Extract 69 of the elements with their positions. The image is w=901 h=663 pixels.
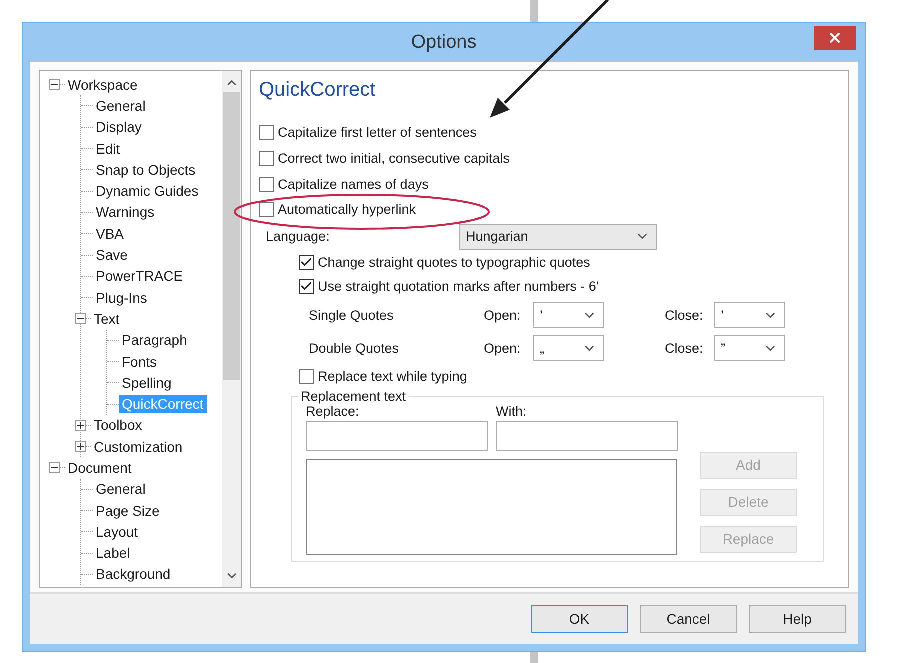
- tree-item[interactable]: Paragraph: [119, 331, 190, 350]
- expand-icon[interactable]: [75, 420, 86, 431]
- replacement-list[interactable]: [306, 458, 677, 555]
- replace-label: Replace:: [306, 404, 360, 419]
- tree-item[interactable]: Document: [65, 458, 135, 477]
- tree-item[interactable]: Fonts: [119, 352, 160, 370]
- expand-icon[interactable]: [75, 441, 86, 452]
- checkbox-label: Change straight quotes to typographic quotes: [318, 255, 590, 270]
- page-title: QuickCorrect: [259, 79, 377, 102]
- group-legend: Replacement text: [298, 388, 410, 404]
- quote-type-label: Single Quotes: [309, 308, 395, 323]
- close-label: Close:: [665, 308, 704, 323]
- tree-item[interactable]: Label: [93, 544, 134, 562]
- checkbox[interactable]: [299, 279, 314, 294]
- checkbox[interactable]: [259, 176, 274, 192]
- tree-item[interactable]: Text: [91, 310, 123, 328]
- tree-item[interactable]: Display: [93, 118, 145, 136]
- collapse-icon[interactable]: [49, 79, 60, 90]
- quote-type-label: Double Quotes: [309, 340, 400, 356]
- tree-item[interactable]: General: [93, 96, 149, 115]
- open-label: Open:: [484, 308, 522, 323]
- checkbox-label: Capitalize first letter of sentences: [278, 125, 477, 140]
- open-quote-dropdown[interactable]: „: [533, 335, 604, 362]
- tree-item[interactable]: VBA: [93, 224, 128, 243]
- checkbox-label: Capitalize names of days: [278, 176, 429, 192]
- tree-item[interactable]: Plug-Ins: [93, 288, 150, 307]
- tree-item[interactable]: Customization: [91, 438, 186, 456]
- tree-item[interactable]: Background: [93, 565, 174, 584]
- close-quote-dropdown[interactable]: ’: [714, 302, 785, 328]
- checkbox[interactable]: [259, 151, 274, 166]
- tree-item[interactable]: Edit: [93, 140, 124, 158]
- tree-item[interactable]: Workspace: [65, 76, 141, 94]
- window-title: Options: [411, 32, 477, 54]
- collapse-icon[interactable]: [49, 462, 60, 474]
- tree-item[interactable]: Warnings: [93, 203, 158, 222]
- scroll-thumb[interactable]: [223, 92, 240, 380]
- tree-item[interactable]: Snap to Objects: [93, 160, 199, 179]
- checkbox[interactable]: [299, 369, 314, 384]
- tree-item[interactable]: Toolbox: [91, 416, 146, 434]
- with-input[interactable]: [496, 420, 678, 451]
- checkbox[interactable]: [259, 202, 274, 218]
- tree-item[interactable]: General: [93, 480, 149, 498]
- checkbox-label: Correct two initial, consecutive capitals: [278, 151, 510, 166]
- replace-input[interactable]: [306, 420, 488, 451]
- checkbox[interactable]: [299, 255, 314, 270]
- language-label: Language:: [266, 229, 331, 244]
- close-quote-dropdown[interactable]: ”: [714, 335, 785, 362]
- open-label: Open:: [484, 340, 522, 356]
- dialog-button[interactable]: Cancel: [640, 605, 737, 633]
- dialog-button[interactable]: Help: [749, 605, 846, 633]
- tree-item[interactable]: Layout: [93, 522, 142, 541]
- close-label: Close:: [665, 340, 704, 356]
- tree-item[interactable]: Save: [93, 246, 131, 264]
- tree-item[interactable]: Page Size: [93, 502, 163, 520]
- with-label: With:: [496, 404, 528, 419]
- collapse-icon[interactable]: [75, 313, 86, 324]
- scrollbar[interactable]: [222, 71, 241, 587]
- close-icon: [827, 30, 843, 46]
- tree-item[interactable]: Dynamic Guides: [93, 182, 202, 200]
- language-dropdown[interactable]: Hungarian: [459, 224, 657, 250]
- tree-item[interactable]: Spelling: [119, 374, 175, 392]
- dialog-button[interactable]: OK: [531, 605, 628, 633]
- checkbox-label: Automatically hyperlink: [278, 202, 416, 218]
- tree-item[interactable]: PowerTRACE: [93, 267, 186, 286]
- checkbox-label: Replace text while typing: [318, 369, 468, 384]
- checkbox-label: Use straight quotation marks after numbers - 6': [318, 279, 599, 294]
- checkbox[interactable]: [259, 125, 274, 140]
- close-button[interactable]: [814, 26, 856, 50]
- open-quote-dropdown[interactable]: ’: [533, 302, 604, 328]
